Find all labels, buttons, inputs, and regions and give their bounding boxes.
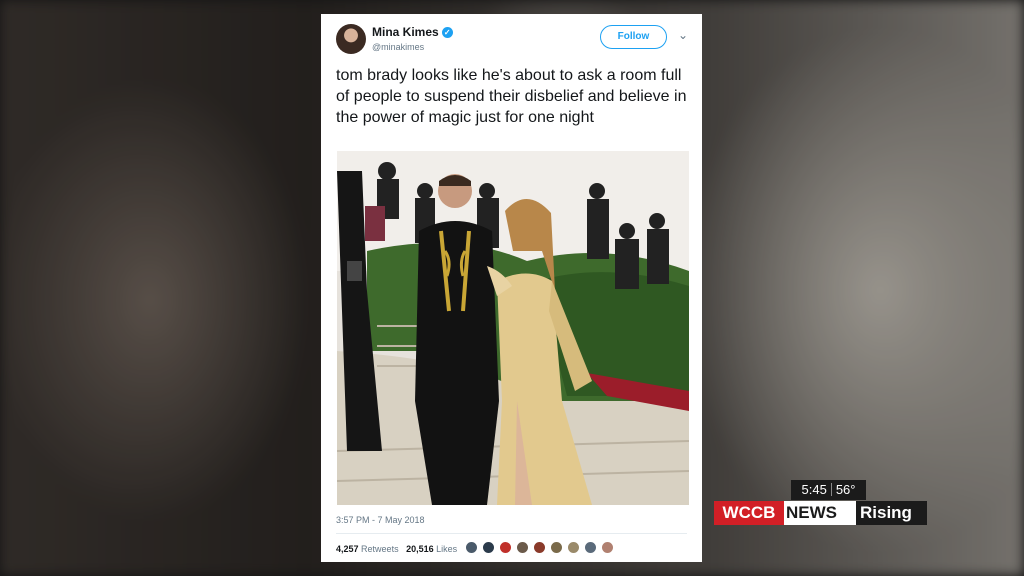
avatar[interactable]: [465, 541, 478, 554]
program-name: Rising: [856, 501, 927, 525]
time-weather-bug: 5:45 56°: [791, 480, 866, 500]
avatar[interactable]: [516, 541, 529, 554]
avatar[interactable]: [567, 541, 580, 554]
author-handle[interactable]: @minakimes: [372, 42, 424, 52]
author-name-row[interactable]: Mina Kimes ✓: [372, 25, 453, 39]
avatar[interactable]: [550, 541, 563, 554]
tweet-card: Mina Kimes ✓ @minakimes Follow ⌄ tom brad…: [321, 14, 702, 562]
temperature: 56°: [835, 482, 856, 497]
follow-button[interactable]: Follow: [600, 25, 667, 49]
avatar[interactable]: [533, 541, 546, 554]
news-label: NEWS: [786, 503, 837, 522]
station-logo: WCCB: [714, 501, 784, 525]
avatar[interactable]: [601, 541, 614, 554]
station-logo-bar: WCCB NEWS Rising: [714, 501, 927, 525]
retweets-count[interactable]: 4,257: [336, 544, 359, 554]
avatar[interactable]: [499, 541, 512, 554]
verified-badge-icon: ✓: [441, 27, 453, 38]
likes-count[interactable]: 20,516: [406, 544, 434, 554]
chevron-down-icon[interactable]: ⌄: [678, 28, 688, 42]
tweet-text: tom brady looks like he's about to ask a…: [336, 67, 687, 126]
divider: [336, 533, 687, 534]
avatar[interactable]: [336, 24, 366, 54]
tweet-photo[interactable]: [337, 151, 689, 505]
avatar[interactable]: [482, 541, 495, 554]
author-name[interactable]: Mina Kimes: [372, 25, 439, 39]
engagement-stats: 4,257 Retweets 20,516 Likes: [336, 544, 457, 554]
retweets-label[interactable]: Retweets: [361, 544, 399, 554]
tweet-timestamp[interactable]: 3:57 PM - 7 May 2018: [336, 515, 425, 525]
likes-label[interactable]: Likes: [436, 544, 457, 554]
avatar[interactable]: [584, 541, 597, 554]
clock-time: 5:45: [801, 482, 827, 497]
